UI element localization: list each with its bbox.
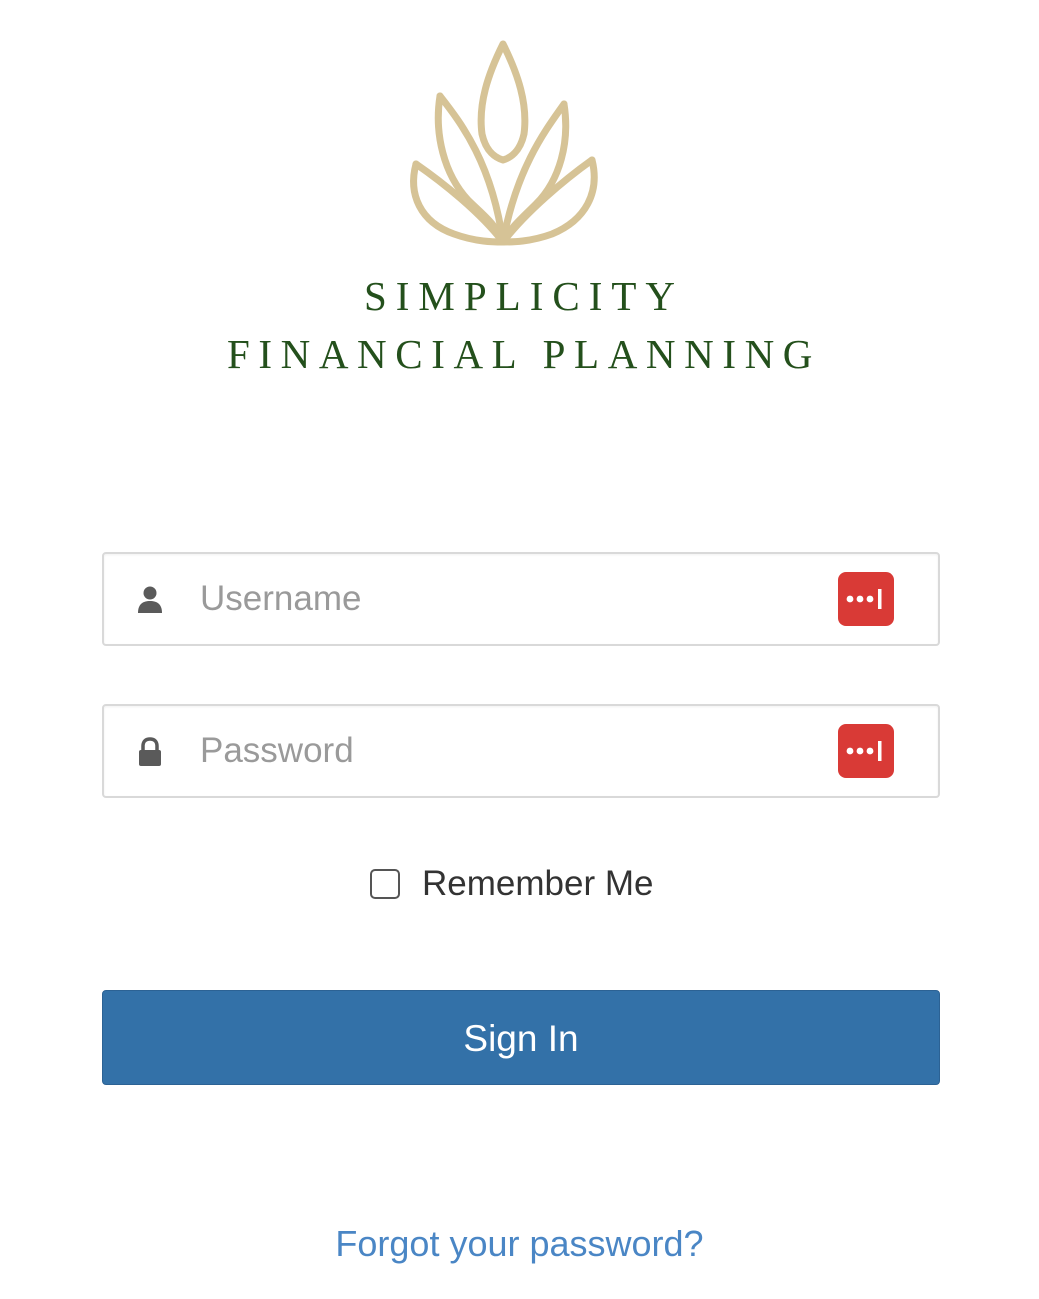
forgot-password-link[interactable]: Forgot your password?	[0, 1223, 1039, 1265]
password-input[interactable]	[200, 706, 820, 796]
password-manager-dots-icon	[846, 589, 882, 609]
user-icon	[138, 586, 162, 613]
remember-me[interactable]: Remember Me	[370, 862, 653, 906]
sign-in-button[interactable]: Sign In	[102, 990, 940, 1085]
lotus-flame-logo	[410, 40, 598, 246]
remember-me-label: Remember Me	[422, 864, 654, 903]
password-manager-icon[interactable]	[838, 572, 894, 626]
username-input[interactable]	[200, 554, 820, 644]
brand-name-line2: FINANCIAL PLANNING	[226, 331, 821, 377]
password-manager-dots-icon	[846, 741, 882, 761]
brand-name-line1: SIMPLICITY	[363, 273, 685, 319]
remember-me-checkbox[interactable]	[370, 869, 400, 899]
lock-icon	[139, 737, 161, 766]
login-page: SIMPLICITY FINANCIAL PLANNING Username R…	[0, 0, 1039, 1299]
password-field[interactable]	[102, 704, 940, 798]
username-field[interactable]	[102, 552, 940, 646]
password-manager-icon[interactable]	[838, 724, 894, 778]
